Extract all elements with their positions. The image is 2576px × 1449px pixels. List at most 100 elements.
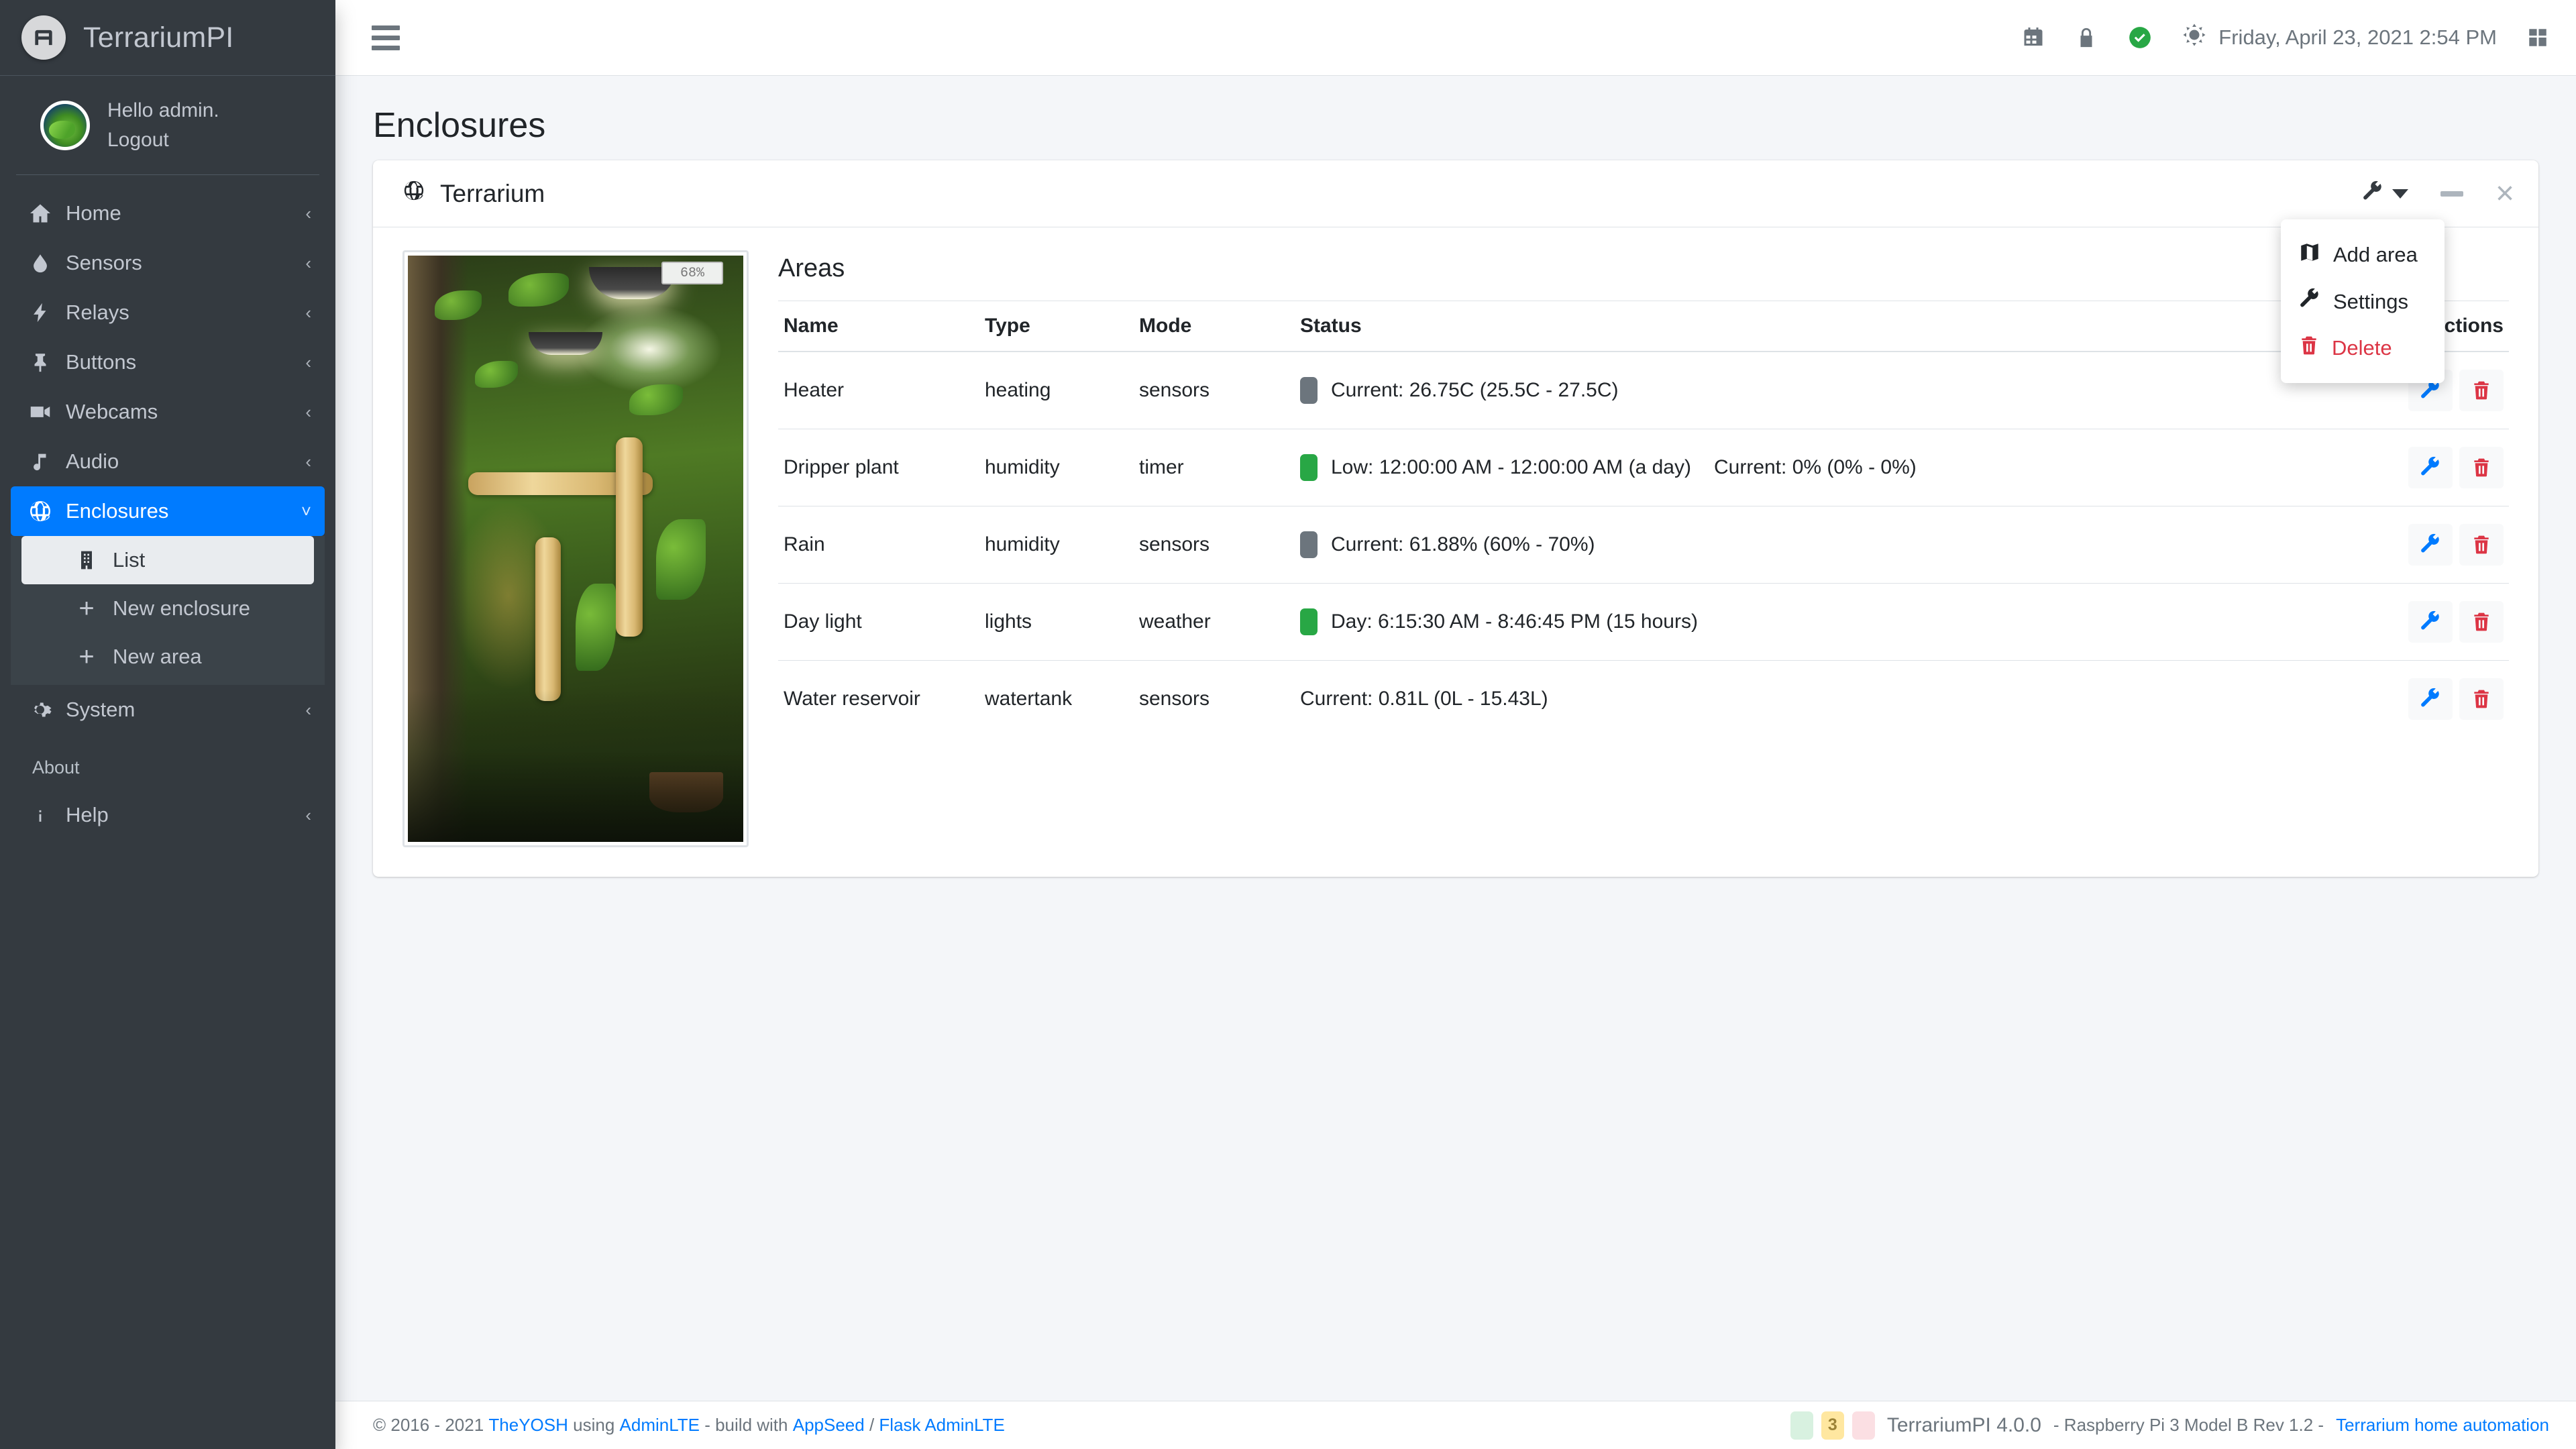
enclosure-webcam-thumbnail[interactable]: 68% [402, 250, 749, 847]
page-footer: © 2016 - 2021 TheYOSH using AdminLTE - b… [335, 1401, 2576, 1449]
brand-link[interactable]: TerrariumPI [0, 0, 335, 76]
areas-section: Areas Name Type Mode Status Actions Heat [749, 250, 2509, 847]
content-area: Terrarium × Add area Settings Delete 68%… [335, 160, 2576, 877]
status-indicator [1300, 377, 1318, 404]
sidebar-item-sensors[interactable]: Sensors ‹ [11, 238, 325, 288]
edit-area-button[interactable] [2408, 601, 2453, 643]
datetime-display[interactable]: Friday, April 23, 2021 2:54 PM [2182, 23, 2497, 52]
home-icon [24, 201, 56, 225]
sidebar-item-enclosures[interactable]: Enclosures ˅ [11, 486, 325, 536]
footer-copyright: © 2016 - 2021 [373, 1415, 484, 1435]
footer-right: 3 TerrariumPI 4.0.0 - Raspberry Pi 3 Mod… [1790, 1411, 2549, 1440]
cell-status: Current: 26.75C (25.5C - 27.5C) [1295, 351, 2361, 429]
sidebar-item-new-area[interactable]: + New area [21, 633, 314, 681]
cell-status: Day: 6:15:30 AM - 8:46:45 PM (15 hours) [1295, 583, 2361, 661]
footer-adminlte-link[interactable]: AdminLTE [620, 1415, 700, 1436]
footer-appseed-link[interactable]: AppSeed [793, 1415, 865, 1436]
sun-icon [2182, 23, 2206, 52]
status-badge[interactable] [1790, 1411, 1813, 1440]
edit-area-button[interactable] [2408, 447, 2453, 488]
brand-title: TerrariumPI [83, 21, 234, 54]
leaf-decor [576, 584, 616, 672]
globe-icon [24, 499, 56, 523]
sidebar-item-label: Buttons [66, 350, 137, 374]
footer-version: TerrariumPI 4.0.0 [1886, 1413, 2041, 1436]
minimize-icon[interactable] [2440, 191, 2463, 197]
cell-name: Rain [778, 506, 979, 584]
plant-pot [649, 772, 723, 813]
table-row: Heater heating sensors Current: 26.75C (25.… [778, 351, 2509, 429]
delete-area-button[interactable] [2459, 601, 2504, 643]
delete-area-button[interactable] [2459, 524, 2504, 566]
grid-icon[interactable] [2526, 26, 2549, 49]
sidebar-subitem-label: New area [113, 645, 202, 668]
sidebar-item-buttons[interactable]: Buttons ‹ [11, 337, 325, 387]
calendar-icon[interactable] [2021, 25, 2045, 50]
cell-name: Day light [778, 583, 979, 661]
sidebar-item-label: Help [66, 803, 109, 826]
hamburger-icon[interactable] [365, 19, 407, 57]
sidebar-subitem-label: New enclosure [113, 596, 251, 620]
status-badge[interactable]: 3 [1821, 1411, 1844, 1440]
sidebar-item-system[interactable]: System ‹ [11, 685, 325, 735]
sidebar-item-audio[interactable]: Audio ‹ [11, 437, 325, 486]
column-header-type: Type [979, 301, 1134, 352]
content-header: Enclosures [335, 76, 2576, 160]
datetime-text: Friday, April 23, 2021 2:54 PM [2218, 25, 2497, 49]
music-note-icon [24, 450, 56, 473]
chevron-left-icon: ‹ [305, 804, 311, 825]
bamboo-tube [616, 437, 643, 637]
close-icon[interactable]: × [2496, 177, 2514, 210]
sidebar-section-about: About [32, 757, 80, 777]
status-badges: 3 [1790, 1411, 1875, 1440]
humidity-meter-display: 68% [661, 261, 723, 284]
edit-area-button[interactable] [2408, 678, 2453, 720]
footer-hardware: - Raspberry Pi 3 Model B Rev 1.2 - [2053, 1415, 2324, 1435]
enclosures-submenu: List + New enclosure + New area [11, 536, 325, 685]
grow-lamp-icon [529, 331, 602, 355]
dropdown-item-settings[interactable]: Settings [2281, 278, 2445, 325]
sidebar-item-home[interactable]: Home ‹ [11, 189, 325, 238]
dropdown-item-add-area[interactable]: Add area [2281, 231, 2445, 278]
delete-area-button[interactable] [2459, 678, 2504, 720]
sidebar-item-new-enclosure[interactable]: + New enclosure [21, 584, 314, 633]
cell-actions [2361, 429, 2509, 506]
status-indicator [1300, 608, 1318, 635]
edit-area-button[interactable] [2408, 524, 2453, 566]
chevron-left-icon: ‹ [305, 252, 311, 273]
footer-project-link[interactable]: Terrarium home automation [2336, 1415, 2549, 1436]
lock-icon[interactable] [2075, 26, 2098, 49]
status-indicator [1300, 454, 1318, 481]
sidebar-item-relays[interactable]: Relays ‹ [11, 288, 325, 337]
sidebar-item-help[interactable]: Help ‹ [11, 790, 325, 840]
status-indicator [1300, 531, 1318, 558]
logout-link[interactable]: Logout [107, 125, 219, 155]
sidebar-item-webcams[interactable]: Webcams ‹ [11, 387, 325, 437]
card-body: 68% Areas Name Type Mode Status Actions … [373, 227, 2538, 877]
status-text: Current: 0% (0% - 0%) [1713, 456, 1917, 478]
footer-author-link[interactable]: TheYOSH [488, 1415, 568, 1436]
status-text: Low: 12:00:00 AM - 12:00:00 AM (a day) [1331, 456, 1691, 478]
terrarium-logo-icon [21, 15, 66, 60]
status-text: Current: 26.75C (25.5C - 27.5C) [1331, 379, 1619, 401]
card-settings-dropdown-button[interactable] [2361, 180, 2408, 207]
dropdown-item-delete[interactable]: Delete [2281, 325, 2445, 371]
sidebar-item-label: Home [66, 201, 121, 225]
cell-actions [2361, 660, 2509, 737]
dropdown-item-label: Delete [2332, 336, 2392, 360]
delete-area-button[interactable] [2459, 370, 2504, 411]
footer-flask-adminlte-link[interactable]: Flask AdminLTE [879, 1415, 1004, 1436]
user-greeting: Hello admin. [107, 99, 219, 121]
status-badge[interactable] [1851, 1411, 1875, 1440]
sidebar-item-list[interactable]: List [21, 536, 314, 584]
status-text: Current: 0.81L (0L - 15.43L) [1300, 688, 1548, 710]
check-circle-icon[interactable] [2127, 25, 2153, 50]
cell-mode: timer [1134, 429, 1295, 506]
sidebar-item-label: Webcams [66, 400, 158, 423]
delete-area-button[interactable] [2459, 447, 2504, 488]
cell-actions [2361, 583, 2509, 661]
cell-mode: sensors [1134, 351, 1295, 429]
chevron-left-icon: ‹ [305, 451, 311, 472]
sidebar-nav: Home ‹ Sensors ‹ Relays ‹ Buttons ‹ Webc… [0, 175, 335, 840]
wrench-icon [2298, 288, 2321, 316]
